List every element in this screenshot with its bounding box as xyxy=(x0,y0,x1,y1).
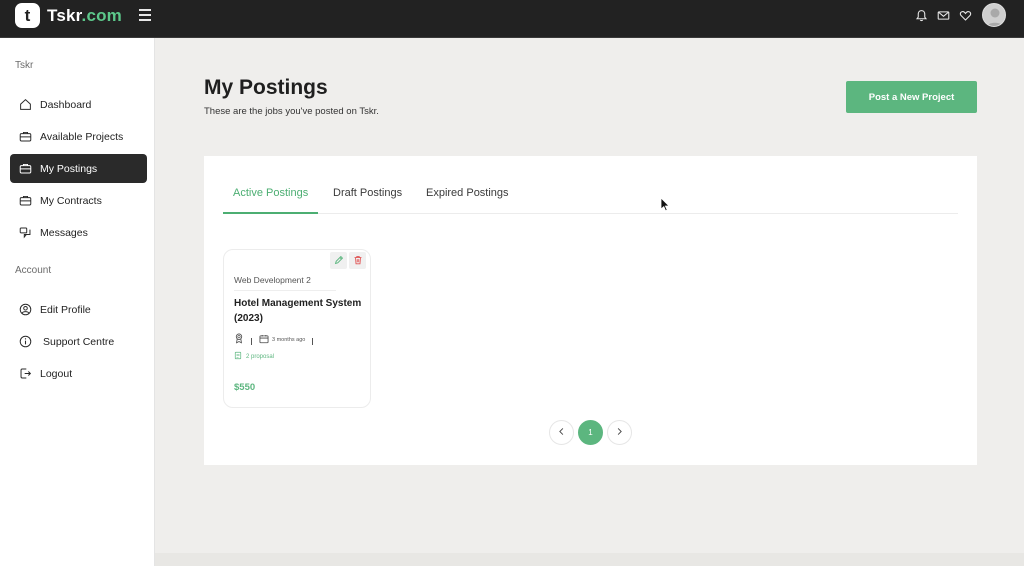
sidebar-item-label: Dashboard xyxy=(40,98,92,111)
top-navbar: t Tskr.com xyxy=(0,0,1024,38)
posting-price: $550 xyxy=(234,382,256,393)
tab-draft-postings[interactable]: Draft Postings xyxy=(333,187,402,214)
brand-logo[interactable]: t Tskr.com xyxy=(15,3,122,28)
sidebar-section-heading: Account xyxy=(15,265,52,276)
sidebar-item-messages[interactable]: Messages xyxy=(10,218,147,247)
tab-expired-postings[interactable]: Expired Postings xyxy=(426,187,509,214)
posted-time: 3 months ago xyxy=(272,336,306,343)
posting-title[interactable]: Hotel Management System (2023) xyxy=(234,297,366,326)
mail-icon[interactable] xyxy=(932,4,954,26)
mouse-cursor xyxy=(660,197,670,217)
sidebar-item-dashboard[interactable]: Dashboard xyxy=(10,90,147,119)
page-title: My Postings xyxy=(204,76,328,99)
info-icon xyxy=(18,335,32,349)
previous-page-button[interactable] xyxy=(549,420,574,445)
home-icon xyxy=(18,98,32,112)
chevron-right-icon xyxy=(615,427,624,438)
sidebar-item-label: Messages xyxy=(40,226,88,239)
sidebar-section-heading: Tskr xyxy=(15,60,34,71)
delete-posting-button[interactable] xyxy=(349,252,366,269)
edit-posting-button[interactable] xyxy=(330,252,347,269)
trash-icon xyxy=(353,252,363,270)
calendar-icon xyxy=(259,334,269,346)
heart-icon[interactable] xyxy=(954,4,976,26)
logo-mark: t xyxy=(15,3,40,28)
top-icons xyxy=(910,3,1006,27)
sidebar-item-label: Available Projects xyxy=(40,130,124,143)
next-page-button[interactable] xyxy=(607,420,632,445)
briefcase-icon xyxy=(18,162,32,176)
pencil-icon xyxy=(334,252,344,270)
page-number-button[interactable]: 1 xyxy=(578,420,603,445)
sidebar: Tskr Dashboard Available Projects My Pos… xyxy=(0,38,155,566)
card-actions xyxy=(330,252,368,269)
proposal-count[interactable]: 2 proposal xyxy=(246,354,274,360)
posting-card[interactable]: Web Development 2 Hotel Management Syste… xyxy=(223,249,371,408)
posting-category: Web Development 2 xyxy=(234,275,311,285)
postings-panel: Active Postings Draft Postings Expired P… xyxy=(204,156,977,465)
pagination: 1 xyxy=(549,420,636,445)
user-avatar[interactable] xyxy=(982,3,1006,27)
sidebar-item-edit-profile[interactable]: Edit Profile xyxy=(10,295,147,324)
document-icon xyxy=(234,351,242,362)
bell-icon[interactable] xyxy=(910,4,932,26)
logout-icon xyxy=(18,367,32,381)
sidebar-item-my-postings[interactable]: My Postings xyxy=(10,154,147,183)
sidebar-item-available-projects[interactable]: Available Projects xyxy=(10,122,147,151)
chevron-left-icon xyxy=(557,427,566,438)
bottom-strip xyxy=(155,553,1024,566)
posting-proposals: 2 proposal xyxy=(234,351,274,362)
briefcase-icon xyxy=(18,130,32,144)
sidebar-item-label: Support Centre xyxy=(43,335,115,348)
award-icon xyxy=(234,333,244,346)
sidebar-item-label: My Postings xyxy=(40,162,98,175)
briefcase-icon xyxy=(18,194,32,208)
post-new-project-button[interactable]: Post a New Project xyxy=(846,81,977,113)
chat-icon xyxy=(18,226,32,240)
card-divider xyxy=(234,290,336,291)
page-subtitle: These are the jobs you've posted on Tskr… xyxy=(204,106,379,117)
menu-icon[interactable] xyxy=(139,9,153,23)
sidebar-item-my-contracts[interactable]: My Contracts xyxy=(10,186,147,215)
brand-name-main: Tskr xyxy=(47,5,82,25)
brand-name-suffix: .com xyxy=(81,5,122,25)
sidebar-item-support-centre[interactable]: Support Centre xyxy=(10,327,147,356)
tab-active-postings[interactable]: Active Postings xyxy=(223,187,319,214)
sidebar-item-label: My Contracts xyxy=(40,194,102,207)
sidebar-item-label: Edit Profile xyxy=(40,303,91,316)
sidebar-item-label: Logout xyxy=(40,367,73,380)
sidebar-item-logout[interactable]: Logout xyxy=(10,359,147,388)
postings-tabs: Active Postings Draft Postings Expired P… xyxy=(223,179,958,214)
posting-meta: 3 months ago xyxy=(234,333,320,346)
user-circle-icon xyxy=(18,303,32,317)
brand-name: Tskr.com xyxy=(47,6,122,26)
